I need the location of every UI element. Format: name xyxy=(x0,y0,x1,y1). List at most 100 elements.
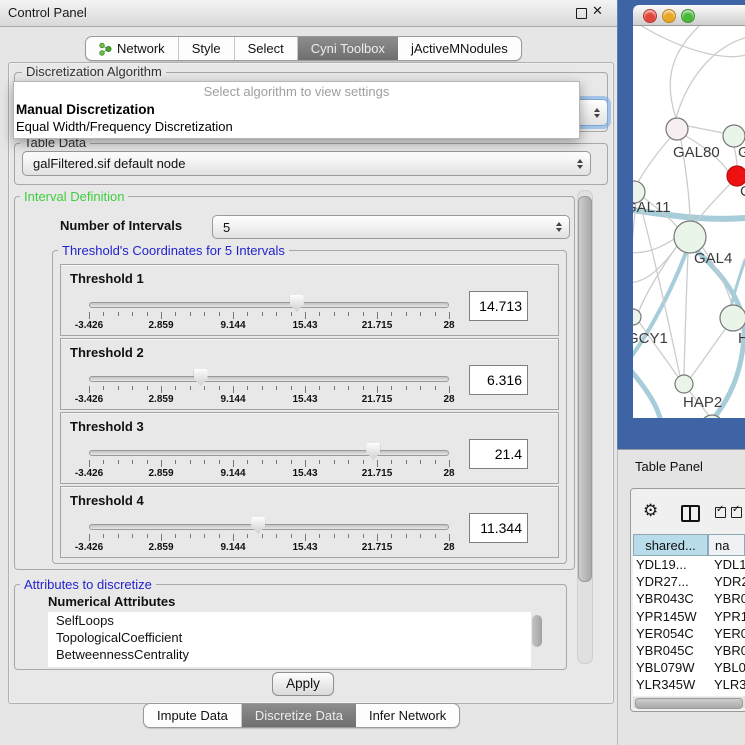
table-cell[interactable]: YPR145W xyxy=(633,608,710,625)
network-node-bottom-partial[interactable] xyxy=(701,415,723,437)
slider-tick-label: -3.426 xyxy=(75,468,103,479)
network-window-titlebar[interactable] xyxy=(633,5,745,26)
slider-track[interactable] xyxy=(89,450,449,456)
network-node-gcy1[interactable] xyxy=(625,309,641,325)
checkbox-checked-icon[interactable] xyxy=(715,507,726,518)
slider-handle[interactable] xyxy=(194,369,208,386)
threshold-3-value-field[interactable] xyxy=(469,439,528,469)
network-node-gal80[interactable] xyxy=(666,118,688,140)
table-cell[interactable]: YER0 xyxy=(710,625,745,642)
tab-discretize-data[interactable]: Discretize Data xyxy=(242,704,356,727)
table-cell[interactable]: YER054C xyxy=(633,625,710,642)
table-cell[interactable]: YBR043C xyxy=(633,590,710,607)
network-node-gal4[interactable] xyxy=(674,221,706,253)
threshold-2-value-field[interactable] xyxy=(469,365,528,395)
table-cell[interactable]: YBR0 xyxy=(710,590,745,607)
table-row[interactable]: YDR27...YDR2 xyxy=(633,573,745,590)
tab-style[interactable]: Style xyxy=(179,37,235,60)
slider-tick xyxy=(190,386,191,390)
table-cell[interactable]: YLR3 xyxy=(710,676,745,693)
window-minimize-button[interactable] xyxy=(662,9,676,23)
table-cell[interactable]: YLR345W xyxy=(633,676,710,693)
network-nodes[interactable]: GAL80GCGAL11GAL4GCY1HHAP2 xyxy=(623,118,745,437)
table-cell[interactable]: YBR045C xyxy=(633,642,710,659)
slider-tick xyxy=(161,386,162,393)
table-panel-title: Table Panel xyxy=(635,459,703,474)
table-cell[interactable]: YBR0 xyxy=(710,642,745,659)
table-cell[interactable]: YPR1 xyxy=(710,608,745,625)
slider-track[interactable] xyxy=(89,524,449,530)
table-cell[interactable]: YDR2 xyxy=(710,573,745,590)
tab-select[interactable]: Select xyxy=(235,37,298,60)
slider-tick-label: -3.426 xyxy=(75,394,103,405)
slider-tick xyxy=(334,534,335,538)
tab-jactivemnodules[interactable]: jActiveMNodules xyxy=(398,37,521,60)
dropdown-option-manual-discretization[interactable]: Manual Discretization xyxy=(14,101,579,118)
threshold-4-slider[interactable]: -3.4262.8599.14415.4321.71528 xyxy=(89,515,449,553)
slider-track[interactable] xyxy=(89,376,449,382)
gear-icon[interactable]: ⚙ xyxy=(643,503,658,520)
network-node-edge-clipped-h[interactable] xyxy=(720,305,745,331)
table-row[interactable]: YBR043CYBR0 xyxy=(633,590,745,607)
table-hscrollbar-thumb[interactable] xyxy=(635,698,743,709)
num-intervals-combobox[interactable]: 5 xyxy=(212,215,570,239)
list-item-betweennesscentrality[interactable]: BetweennessCentrality xyxy=(48,646,531,663)
threshold-2-slider[interactable]: -3.4262.8599.14415.4321.71528 xyxy=(89,367,449,405)
close-icon[interactable]: ✕ xyxy=(592,4,603,19)
window-close-button[interactable] xyxy=(643,9,657,23)
slider-tick xyxy=(334,312,335,316)
slider-tick xyxy=(305,534,306,541)
slider-track[interactable] xyxy=(89,302,449,308)
table-row[interactable]: YIL052CYIL0 xyxy=(633,694,745,697)
network-node-hap2[interactable] xyxy=(675,375,693,393)
table-cell[interactable]: YDL1 xyxy=(710,556,745,573)
table-cell[interactable]: YIL0 xyxy=(710,694,745,697)
table-cell[interactable]: YDL19... xyxy=(633,556,710,573)
table-cell[interactable]: YIL052C xyxy=(633,694,710,697)
list-item-topologicalcoefficient[interactable]: TopologicalCoefficient xyxy=(48,629,531,646)
tab-impute-data[interactable]: Impute Data xyxy=(144,704,242,727)
column-header-shared[interactable]: shared... xyxy=(633,534,708,556)
table-row[interactable]: YBL079WYBL0 xyxy=(633,659,745,676)
table-row[interactable]: YDL19...YDL1 xyxy=(633,556,745,573)
table-data-combobox[interactable]: galFiltered.sif default node xyxy=(22,151,591,176)
table-row[interactable]: YBR045CYBR0 xyxy=(633,642,745,659)
table-row[interactable]: YPR145WYPR1 xyxy=(633,608,745,625)
column-header-name[interactable]: na xyxy=(708,534,745,556)
threshold-3-slider[interactable]: -3.4262.8599.14415.4321.71528 xyxy=(89,441,449,479)
table-cell[interactable]: YBL0 xyxy=(710,659,745,676)
slider-tick xyxy=(377,460,378,467)
slider-tick xyxy=(406,386,407,390)
apply-button[interactable]: Apply xyxy=(272,672,334,696)
window-zoom-button[interactable] xyxy=(681,9,695,23)
dropdown-placeholder-item[interactable]: Select algorithm to view settings xyxy=(14,82,579,101)
slider-handle[interactable] xyxy=(290,295,304,312)
table-cell[interactable]: YDR27... xyxy=(633,573,710,590)
split-columns-icon[interactable] xyxy=(681,505,700,522)
table-row[interactable]: YER054CYER0 xyxy=(633,625,745,642)
slider-tick xyxy=(449,312,450,319)
tab-infer-network[interactable]: Infer Network xyxy=(356,704,459,727)
slider-handle[interactable] xyxy=(366,443,380,460)
slider-handle[interactable] xyxy=(251,517,265,534)
slider-tick xyxy=(435,312,436,316)
threshold-1-slider[interactable]: -3.4262.8599.14415.4321.71528 xyxy=(89,293,449,331)
list-item-selfloops[interactable]: SelfLoops xyxy=(48,612,531,629)
network-node-label: GAL80 xyxy=(673,144,720,161)
float-window-icon[interactable] xyxy=(576,8,587,19)
tab-cyni-toolbox[interactable]: Cyni Toolbox xyxy=(298,37,398,60)
threshold-1-value-field[interactable] xyxy=(469,291,528,321)
slider-tick xyxy=(319,534,320,538)
checkbox-checked-icon[interactable] xyxy=(731,507,742,518)
table-cell[interactable]: YBL079W xyxy=(633,659,710,676)
control-panel-titlebar: Control Panel xyxy=(0,0,617,27)
panel-scrollbar-thumb[interactable] xyxy=(578,196,592,582)
table-row[interactable]: YLR345WYLR3 xyxy=(633,676,745,693)
dropdown-option-equal-width[interactable]: Equal Width/Frequency Discretization xyxy=(14,118,579,135)
tab-network[interactable]: Network xyxy=(86,37,179,60)
slider-tick xyxy=(348,312,349,316)
slider-tick xyxy=(161,460,162,467)
slider-tick xyxy=(420,460,421,464)
threshold-4-value-field[interactable] xyxy=(469,513,528,543)
list-scrollbar-thumb[interactable] xyxy=(532,615,542,647)
